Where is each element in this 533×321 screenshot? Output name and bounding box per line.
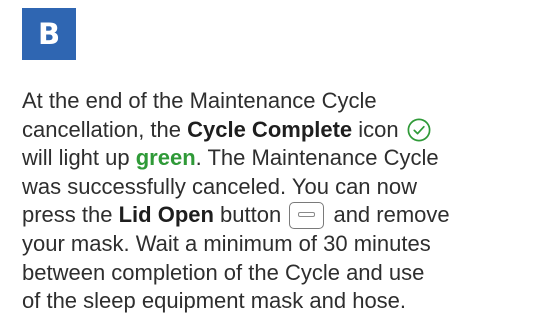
green-word: green: [135, 145, 196, 171]
line-7-text: between completion of the Cycle and use: [22, 259, 425, 285]
check-circle-icon: [407, 118, 431, 142]
line-8-text: of the sleep equipment mask and hose.: [22, 288, 407, 314]
line-7: between completion of the Cycle and use: [22, 259, 527, 288]
line-8: of the sleep equipment mask and hose.: [22, 287, 527, 316]
step-badge: B: [22, 8, 76, 60]
lid-open-label: Lid Open: [118, 202, 214, 228]
line-2-pre: cancellation, the: [22, 116, 188, 142]
line-2-post: icon: [352, 116, 399, 142]
line-4: was successfully canceled. You can now: [22, 173, 527, 202]
line-1-text: At the end of the Maintenance Cycle: [22, 88, 377, 113]
line-4-text: was successfully canceled. You can now: [22, 173, 418, 199]
line-3-post: . The Maintenance Cycle: [195, 145, 439, 171]
lid-open-slot: [298, 212, 316, 218]
line-3: will light up green. The Maintenance Cyc…: [22, 144, 527, 173]
line-6: your mask. Wait a minimum of 30 minutes: [22, 230, 527, 259]
line-2: cancellation, the Cycle Complete icon: [22, 116, 527, 145]
step-label: B: [37, 17, 61, 51]
line-3-pre: will light up: [22, 145, 136, 171]
line-1: At the end of the Maintenance Cycle: [22, 87, 527, 116]
line-5-mid: button: [213, 202, 282, 228]
instructions-paragraph: At the end of the Maintenance Cycle canc…: [22, 87, 527, 316]
line-5: press the Lid Open button and remove: [22, 201, 527, 230]
cycle-complete-label: Cycle Complete: [187, 116, 353, 142]
line-6-text: your mask. Wait a minimum of 30 minutes: [22, 230, 431, 256]
line-5-post: and remove: [327, 202, 450, 228]
lid-open-button-icon: [289, 202, 325, 230]
line-5-pre: press the: [22, 202, 119, 228]
